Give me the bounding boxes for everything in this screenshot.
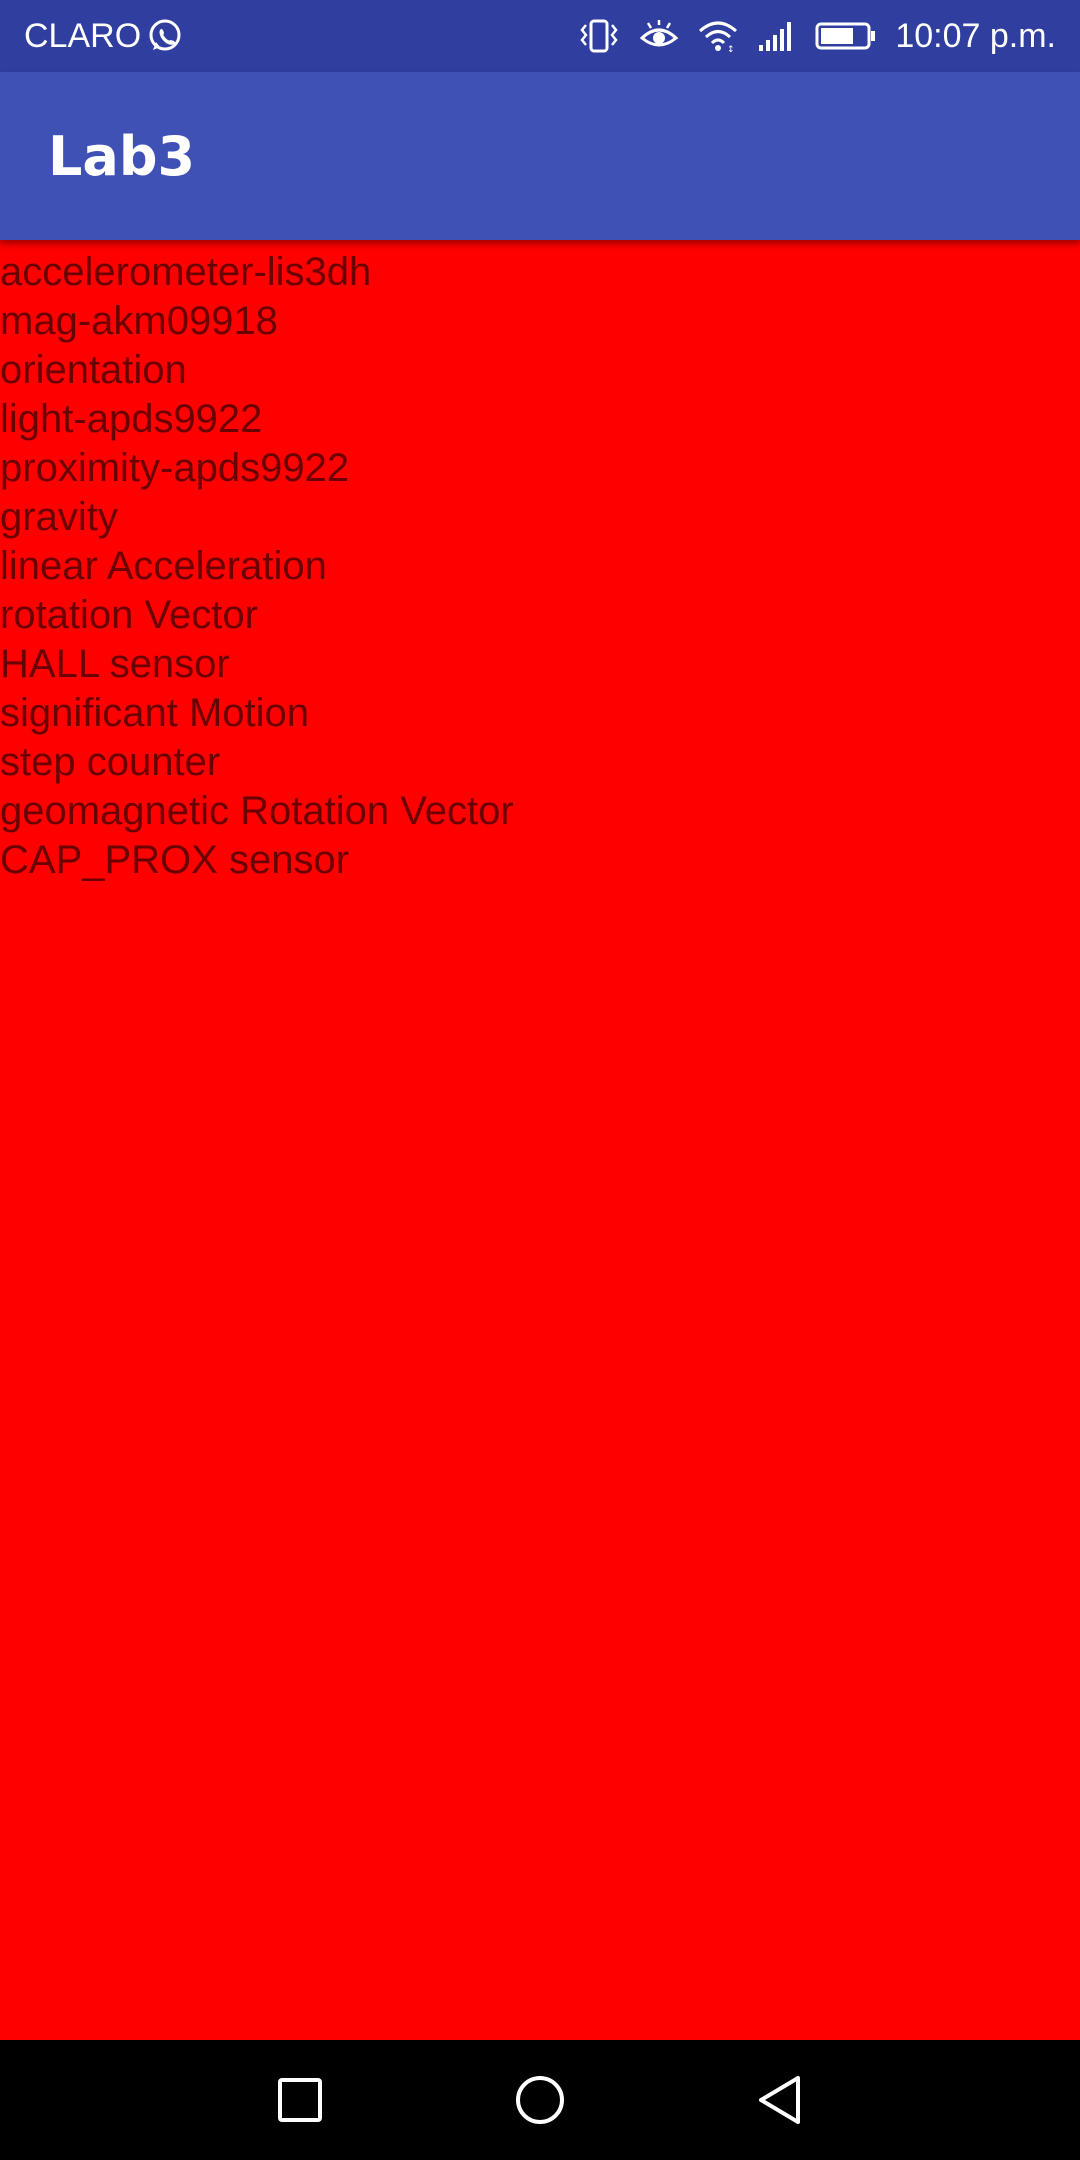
sensor-list: accelerometer-lis3dh mag-akm09918 orientat… [0, 248, 1080, 885]
sensor-list-container: accelerometer-lis3dh mag-akm09918 orientat… [0, 240, 1080, 2040]
list-item[interactable]: orientation [0, 346, 1080, 395]
list-item[interactable]: HALL sensor [0, 640, 1080, 689]
screen: CLARO ↕ 10:07 p.m. Lab3 accelerometer-li… [0, 0, 1080, 2160]
list-item[interactable]: step counter [0, 738, 1080, 787]
status-right: ↕ 10:07 p.m. [577, 17, 1056, 56]
list-item[interactable]: CAP_PROX sensor [0, 836, 1080, 885]
list-item[interactable]: accelerometer-lis3dh [0, 248, 1080, 297]
list-item[interactable]: gravity [0, 493, 1080, 542]
square-icon [278, 2078, 322, 2122]
circle-icon [516, 2076, 564, 2124]
list-item[interactable]: light-apds9922 [0, 395, 1080, 444]
eye-comfort-icon [639, 19, 679, 53]
home-button[interactable] [505, 2065, 575, 2135]
list-item[interactable]: rotation Vector [0, 591, 1080, 640]
svg-text:↕: ↕ [727, 45, 735, 53]
list-item[interactable]: geomagnetic Rotation Vector [0, 787, 1080, 836]
back-triangle-icon [759, 2076, 800, 2124]
list-item[interactable]: significant Motion [0, 689, 1080, 738]
vibrate-icon [577, 19, 621, 53]
list-item[interactable]: proximity-apds9922 [0, 444, 1080, 493]
list-item[interactable]: mag-akm09918 [0, 297, 1080, 346]
wifi-icon: ↕ [697, 19, 739, 53]
recents-button[interactable] [265, 2065, 335, 2135]
status-time: 10:07 p.m. [895, 16, 1056, 55]
app-bar: Lab3 [0, 72, 1080, 240]
list-item[interactable]: linear Acceleration [0, 542, 1080, 591]
app-title: Lab3 [48, 124, 196, 188]
whatsapp-icon [147, 18, 183, 54]
back-button[interactable] [745, 2065, 815, 2135]
status-bar: CLARO ↕ 10:07 p.m. [0, 0, 1080, 72]
carrier-label: CLARO [24, 16, 142, 55]
signal-icon [757, 19, 797, 53]
status-left: CLARO [24, 17, 183, 56]
navigation-bar [0, 2040, 1080, 2160]
battery-icon [815, 19, 877, 53]
